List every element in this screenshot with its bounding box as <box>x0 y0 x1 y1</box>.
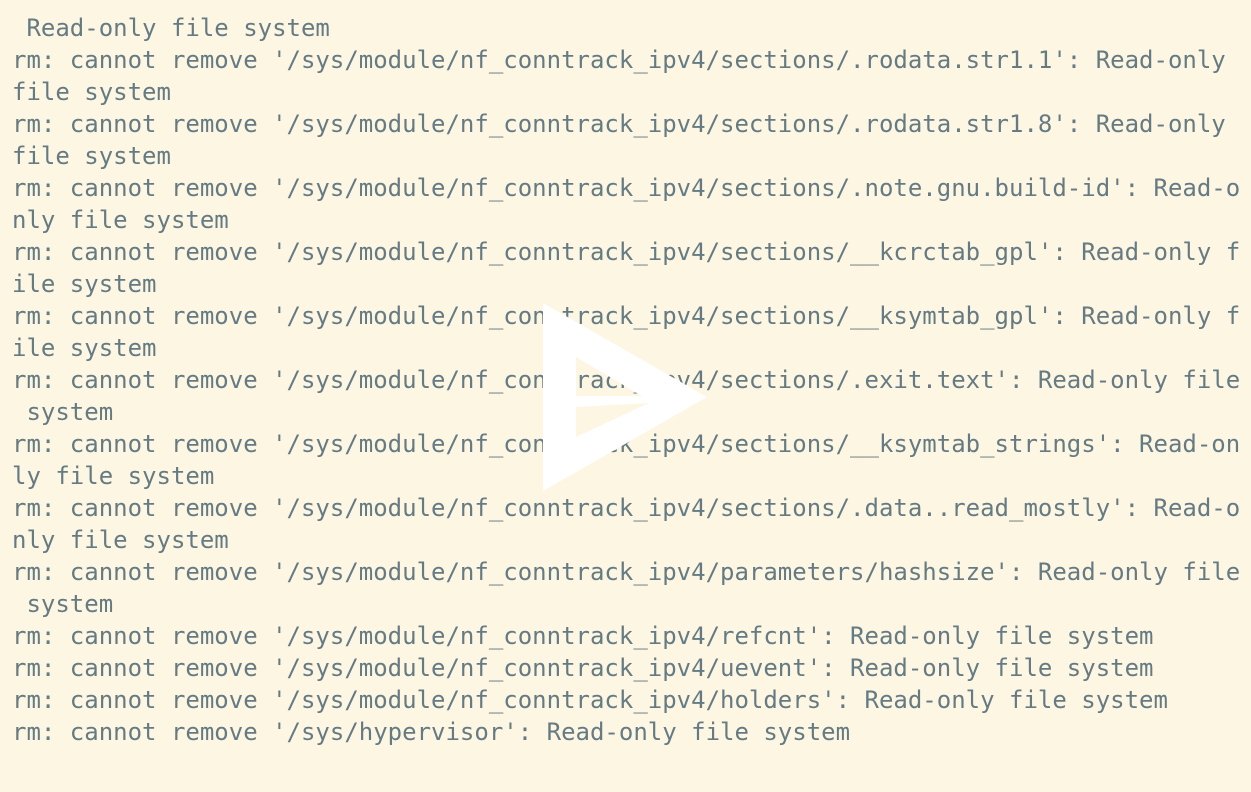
terminal-line: file system <box>12 78 171 106</box>
terminal-line: rm: cannot remove '/sys/hypervisor': Rea… <box>12 718 851 746</box>
terminal-line: rm: cannot remove '/sys/module/nf_conntr… <box>12 238 1241 266</box>
terminal-line: ile system <box>12 270 157 298</box>
play-button[interactable] <box>539 299 711 495</box>
terminal-line: nly file system <box>12 526 229 554</box>
terminal-line: file system <box>12 142 171 170</box>
terminal-line: rm: cannot remove '/sys/module/nf_conntr… <box>12 558 1241 586</box>
terminal-line: system <box>12 590 114 618</box>
terminal-line: rm: cannot remove '/sys/module/nf_conntr… <box>12 46 1226 74</box>
terminal-line: rm: cannot remove '/sys/module/nf_conntr… <box>12 174 1241 202</box>
terminal-line: rm: cannot remove '/sys/module/nf_conntr… <box>12 686 1168 714</box>
terminal-line: rm: cannot remove '/sys/module/nf_conntr… <box>12 494 1241 522</box>
terminal-line: nly file system <box>12 206 229 234</box>
terminal-line: rm: cannot remove '/sys/module/nf_conntr… <box>12 654 1154 682</box>
terminal-line: rm: cannot remove '/sys/module/nf_conntr… <box>12 110 1226 138</box>
terminal-line: Read-only file system <box>12 14 330 42</box>
play-icon <box>543 303 707 491</box>
terminal-line: rm: cannot remove '/sys/module/nf_conntr… <box>12 622 1154 650</box>
